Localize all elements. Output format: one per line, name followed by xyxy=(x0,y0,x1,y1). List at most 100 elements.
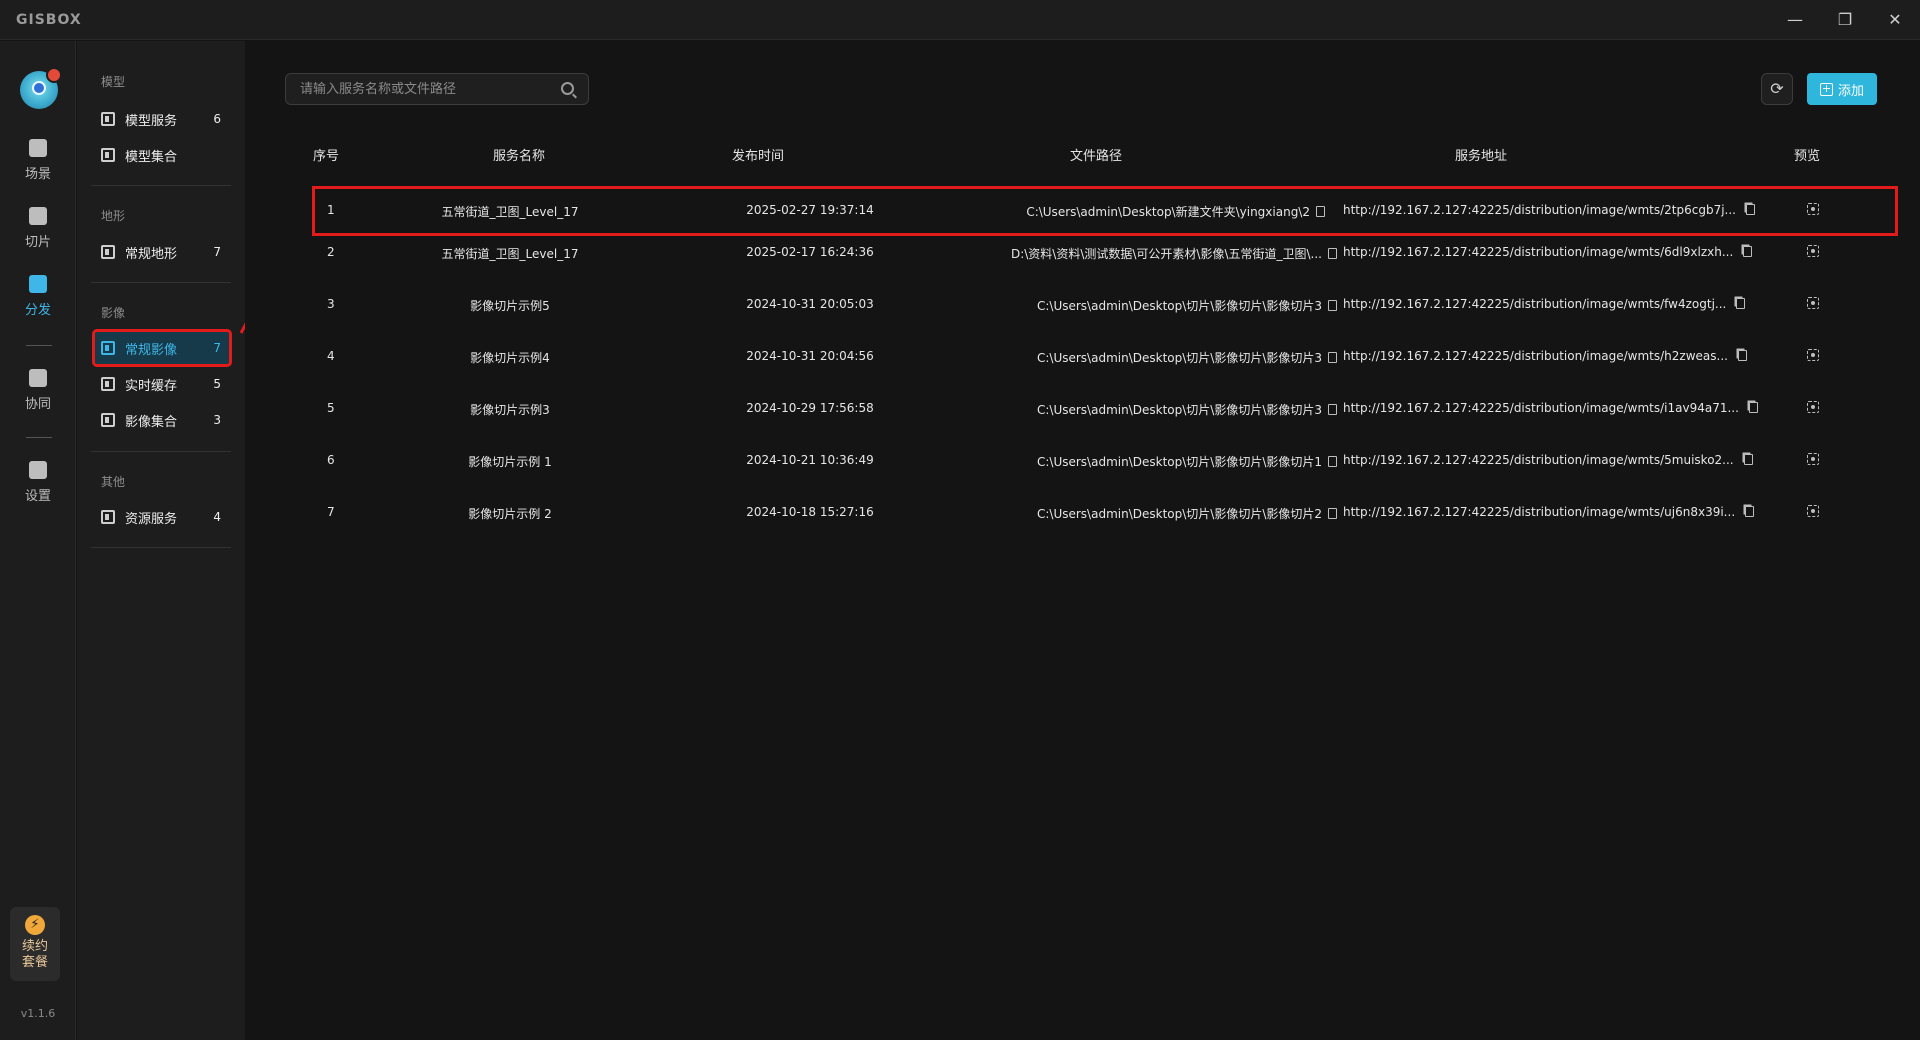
table-row[interactable]: 2 五常街道_卫图_Level_17 2025-02-17 16:24:36 D… xyxy=(315,231,1895,275)
sidebar-item-realtime-cache[interactable]: 实时缓存 5 xyxy=(95,368,229,400)
row-index: 7 xyxy=(327,505,335,519)
preview-icon[interactable] xyxy=(1807,453,1819,465)
section-title-imagery: 影像 xyxy=(101,306,126,320)
row-file-path-text: C:\Users\admin\Desktop\切片\影像切片\影像切片1 xyxy=(1036,455,1322,469)
avatar[interactable] xyxy=(20,67,62,109)
row-service-url-text: http://192.167.2.127:42225/distribution/… xyxy=(1343,401,1739,415)
copy-icon[interactable] xyxy=(1746,204,1755,215)
table-row[interactable]: 1 五常街道_卫图_Level_17 2025-02-27 19:37:14 C… xyxy=(312,186,1898,236)
row-index: 1 xyxy=(327,203,335,217)
row-preview xyxy=(1807,297,1819,312)
row-index: 4 xyxy=(327,349,335,363)
row-publish-time: 2024-10-29 17:56:58 xyxy=(746,401,874,415)
file-icon[interactable] xyxy=(1328,352,1337,363)
file-icon[interactable] xyxy=(1328,404,1337,415)
row-file-path: C:\Users\admin\Desktop\切片\影像切片\影像切片2 xyxy=(935,505,1337,522)
file-icon[interactable] xyxy=(1328,248,1337,259)
table-row[interactable]: 6 影像切片示例 1 2024-10-21 10:36:49 C:\Users\… xyxy=(315,439,1895,483)
copy-icon[interactable] xyxy=(1745,506,1755,517)
file-icon[interactable] xyxy=(1316,206,1325,217)
sidebar-item-terrain[interactable]: 常规地形 7 xyxy=(95,236,229,268)
rail-divider xyxy=(26,437,52,438)
row-index: 3 xyxy=(327,297,335,311)
sidebar-item-label: 影像集合 xyxy=(125,414,178,430)
row-service-name: 影像切片示例5 xyxy=(470,299,550,313)
rail-item-label: 分发 xyxy=(24,303,51,318)
file-icon[interactable] xyxy=(1328,300,1337,311)
table-row[interactable]: 7 影像切片示例 2 2024-10-18 15:27:16 C:\Users\… xyxy=(315,491,1895,535)
preview-icon[interactable] xyxy=(1807,245,1819,257)
sidebar-item-regular-imagery[interactable]: 常规影像 7 xyxy=(92,329,232,367)
sidebar-divider xyxy=(91,547,231,548)
copy-icon[interactable] xyxy=(1737,350,1747,361)
copy-icon[interactable] xyxy=(1748,402,1758,413)
search-icon[interactable] xyxy=(561,82,574,95)
column-header-preview: 预览 xyxy=(1794,149,1821,164)
row-service-name: 影像切片示例 2 xyxy=(468,507,552,521)
refresh-button[interactable]: ⟳ xyxy=(1761,73,1793,105)
search-box[interactable] xyxy=(285,73,589,105)
copy-icon[interactable] xyxy=(1743,454,1753,465)
copy-icon[interactable] xyxy=(1743,246,1753,257)
row-publish-time: 2024-10-21 10:36:49 xyxy=(746,453,874,467)
preview-icon[interactable] xyxy=(1807,401,1819,413)
add-button[interactable]: + 添加 xyxy=(1807,73,1877,105)
preview-icon[interactable] xyxy=(1807,203,1819,215)
row-file-path-text: C:\Users\admin\Desktop\切片\影像切片\影像切片2 xyxy=(1036,507,1322,521)
row-preview xyxy=(1807,203,1819,218)
row-service-url: http://192.167.2.127:42225/distribution/… xyxy=(1343,203,1755,217)
table-row[interactable]: 4 影像切片示例4 2024-10-31 20:04:56 C:\Users\a… xyxy=(315,335,1895,379)
restore-button[interactable]: ❐ xyxy=(1830,8,1860,32)
row-service-url: http://192.167.2.127:42225/distribution/… xyxy=(1343,297,1746,311)
model-collection-icon xyxy=(101,148,115,162)
row-service-url-text: http://192.167.2.127:42225/distribution/… xyxy=(1343,297,1727,311)
row-publish-time: 2025-02-17 16:24:36 xyxy=(746,245,874,259)
minimize-button[interactable]: — xyxy=(1780,8,1810,32)
rail-item-publish[interactable]: 分发 xyxy=(0,275,76,329)
renew-plan-button[interactable]: ⚡ 续约 套餐 xyxy=(10,907,60,981)
rail-item-tile[interactable]: 切片 xyxy=(0,207,76,261)
close-button[interactable]: ✕ xyxy=(1880,8,1910,32)
sidebar-item-resource-service[interactable]: 资源服务 4 xyxy=(95,501,229,533)
row-service-url: http://192.167.2.127:42225/distribution/… xyxy=(1343,245,1753,259)
collab-icon xyxy=(29,369,47,387)
rail-item-settings[interactable]: 设置 xyxy=(0,461,76,515)
scene-icon xyxy=(29,139,47,157)
table-row[interactable]: 3 影像切片示例5 2024-10-31 20:05:03 C:\Users\a… xyxy=(315,283,1895,327)
file-icon[interactable] xyxy=(1328,508,1337,519)
preview-icon[interactable] xyxy=(1807,349,1819,361)
sidebar-item-imagery-collection[interactable]: 影像集合 3 xyxy=(95,404,229,436)
table-row[interactable]: 5 影像切片示例3 2024-10-29 17:56:58 C:\Users\a… xyxy=(315,387,1895,431)
model-icon xyxy=(101,112,115,126)
rail-item-label: 切片 xyxy=(24,235,51,250)
title-bar: GISBOX — ❐ ✕ xyxy=(0,0,1920,40)
imagery-collection-icon xyxy=(101,413,115,427)
preview-icon[interactable] xyxy=(1807,297,1819,309)
row-preview xyxy=(1807,349,1819,364)
row-service-url-text: http://192.167.2.127:42225/distribution/… xyxy=(1343,505,1736,519)
sidebar-item-count: 6 xyxy=(213,112,221,126)
row-file-path-text: C:\Users\admin\Desktop\切片\影像切片\影像切片3 xyxy=(1036,351,1322,365)
search-input[interactable] xyxy=(300,74,550,104)
file-icon[interactable] xyxy=(1328,456,1337,467)
row-file-path-text: C:\Users\admin\Desktop\新建文件夹\yingxiang\2 xyxy=(1026,205,1310,219)
sidebar-divider xyxy=(91,451,231,452)
rail-item-collab[interactable]: 协同 xyxy=(0,369,76,423)
rail-item-scene[interactable]: 场景 xyxy=(0,139,76,193)
section-title-terrain: 地形 xyxy=(101,209,126,223)
sidebar-item-model-collection[interactable]: 模型集合 xyxy=(95,139,229,171)
section-title-model: 模型 xyxy=(101,75,126,89)
column-header-index: 序号 xyxy=(313,149,340,164)
sidebar-divider xyxy=(91,282,231,283)
row-publish-time: 2024-10-31 20:05:03 xyxy=(746,297,874,311)
row-service-name: 五常街道_卫图_Level_17 xyxy=(441,205,579,219)
sidebar-item-count: 3 xyxy=(213,413,221,427)
row-service-url-text: http://192.167.2.127:42225/distribution/… xyxy=(1343,203,1736,217)
row-file-path-text: C:\Users\admin\Desktop\切片\影像切片\影像切片3 xyxy=(1036,299,1322,313)
sidebar-item-model-service[interactable]: 模型服务 6 xyxy=(95,103,229,135)
row-file-path: C:\Users\admin\Desktop\切片\影像切片\影像切片3 xyxy=(935,297,1337,314)
resource-icon xyxy=(101,510,115,524)
copy-icon[interactable] xyxy=(1736,298,1746,309)
row-publish-time: 2025-02-27 19:37:14 xyxy=(746,203,874,217)
preview-icon[interactable] xyxy=(1807,505,1819,517)
